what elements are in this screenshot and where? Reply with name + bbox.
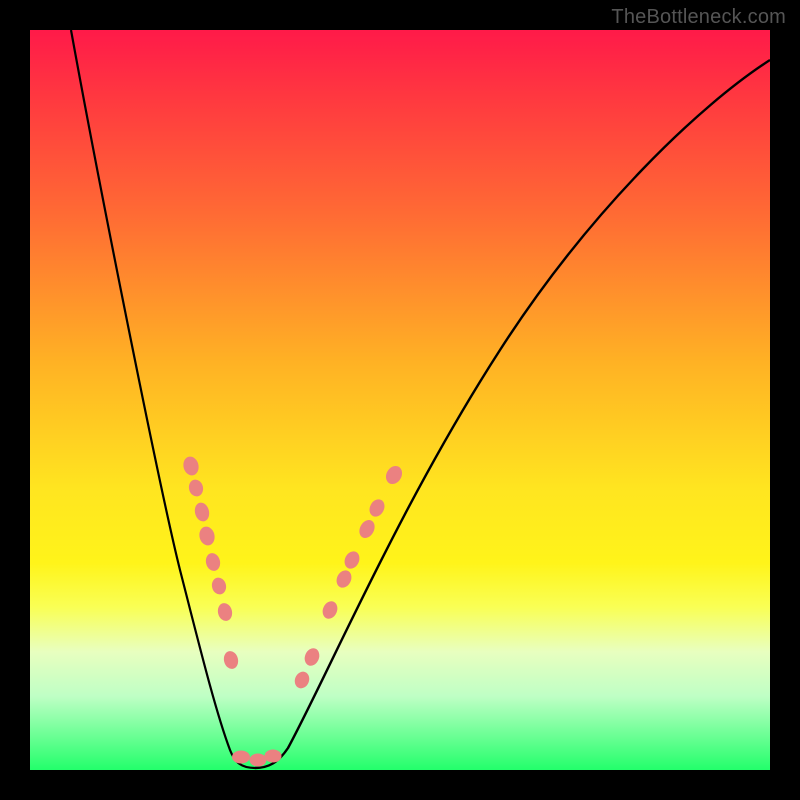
plot-area (30, 30, 770, 770)
watermark-text: TheBottleneck.com (611, 6, 786, 29)
outer-frame: TheBottleneck.com (0, 0, 800, 800)
data-marker (232, 751, 250, 764)
curve-right (255, 60, 770, 768)
curve-layer (30, 30, 770, 770)
data-marker (265, 750, 282, 763)
